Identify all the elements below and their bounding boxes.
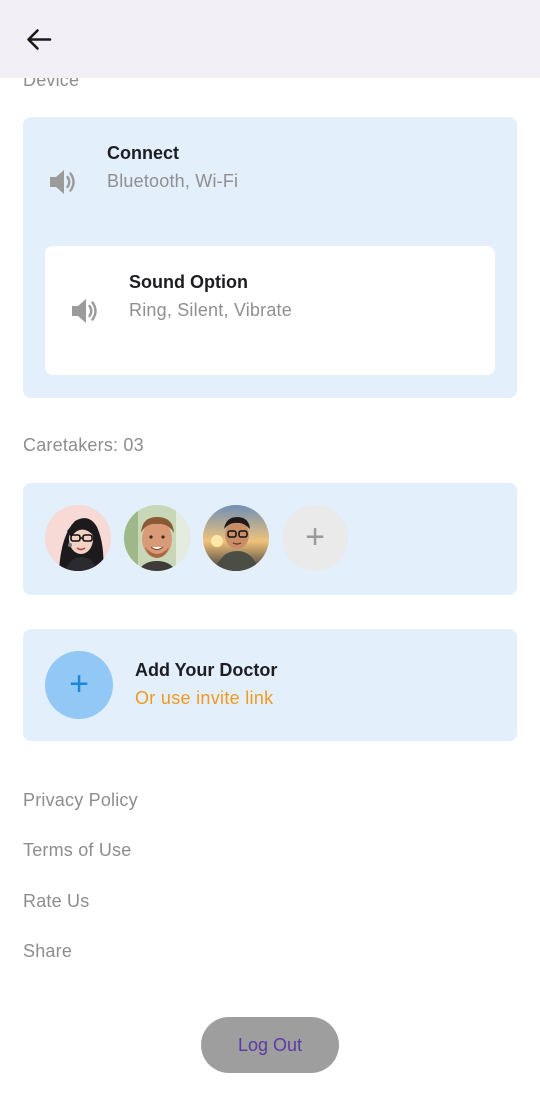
arrow-left-icon — [27, 29, 52, 50]
add-doctor-card: + Add Your Doctor Or use invite link — [23, 629, 517, 741]
sound-option-subtitle: Ring, Silent, Vibrate — [129, 300, 292, 320]
connect-title: Connect — [107, 143, 179, 163]
caretaker-avatar[interactable] — [203, 505, 269, 571]
connect-subtitle: Bluetooth, Wi-Fi — [107, 171, 239, 191]
add-caretaker-button[interactable]: + — [282, 505, 348, 571]
rate-us-link[interactable]: Rate Us — [23, 891, 89, 912]
plus-icon: + — [305, 518, 325, 556]
app-bar — [0, 0, 540, 78]
speaker-icon — [50, 170, 75, 194]
logout-button[interactable]: Log Out — [201, 1017, 339, 1073]
sound-option-title: Sound Option — [129, 272, 248, 292]
caretakers-label: Caretakers: 03 — [23, 435, 144, 455]
caretaker-avatar-3-image — [203, 505, 269, 571]
speaker-icon — [72, 299, 97, 323]
invite-link[interactable]: Or use invite link — [135, 688, 273, 709]
privacy-policy-link[interactable]: Privacy Policy — [23, 790, 138, 811]
caretaker-avatar[interactable] — [45, 505, 111, 571]
back-button[interactable] — [18, 20, 60, 60]
add-doctor-title: Add Your Doctor — [135, 660, 278, 680]
settings-page: Device Connect Bluetooth, Wi-Fi Sound Op… — [0, 0, 540, 1102]
connect-row[interactable]: Connect Bluetooth, Wi-Fi — [23, 117, 517, 237]
terms-of-use-link[interactable]: Terms of Use — [23, 840, 131, 861]
caretaker-avatar-1-image — [45, 505, 111, 571]
caretaker-avatar[interactable] — [124, 505, 190, 571]
device-card: Connect Bluetooth, Wi-Fi Sound Option Ri… — [23, 117, 517, 398]
sound-option-card[interactable]: Sound Option Ring, Silent, Vibrate — [45, 246, 495, 375]
caretakers-card: + — [23, 483, 517, 595]
plus-icon: + — [69, 665, 89, 703]
share-link[interactable]: Share — [23, 941, 72, 962]
add-doctor-button[interactable]: + — [45, 651, 113, 719]
caretaker-avatar-2-image — [124, 505, 190, 571]
logout-label: Log Out — [237, 1035, 303, 1055]
